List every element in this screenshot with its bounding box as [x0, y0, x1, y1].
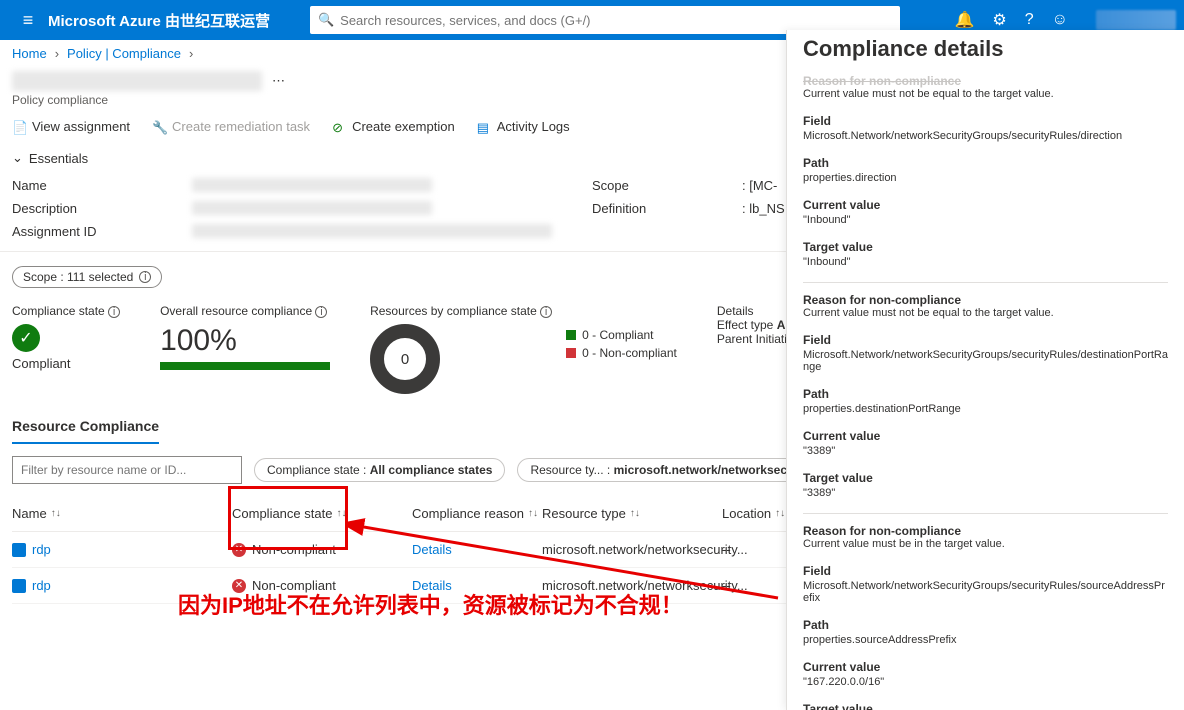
- bell-icon[interactable]: 🔔: [954, 10, 974, 30]
- compliant-label: Compliant: [12, 356, 120, 371]
- activity-logs-button[interactable]: ▤ Activity Logs: [477, 119, 570, 134]
- label-description: Description: [12, 201, 192, 216]
- resource-icon: [12, 543, 26, 557]
- legend-swatch-red: [566, 348, 576, 358]
- compliance-state-block: Compliance state i ✓ Compliant: [12, 304, 120, 371]
- sort-icon: ↑↓: [51, 508, 61, 519]
- filter-input[interactable]: [12, 456, 242, 484]
- view-assignment-button[interactable]: 📄 View assignment: [12, 119, 130, 134]
- compliance-bar: [160, 362, 330, 370]
- col-reason[interactable]: Compliance reason ↑↓: [412, 506, 542, 521]
- compliance-percentage: 100%: [160, 324, 330, 358]
- chevron-right-icon: ›: [55, 46, 59, 61]
- gear-icon[interactable]: ⚙: [992, 10, 1006, 30]
- wrench-icon: 🔧: [152, 120, 166, 134]
- check-circle-icon: ✓: [12, 324, 40, 352]
- info-icon: i: [139, 271, 151, 283]
- label-definition: Definition: [592, 201, 742, 216]
- legend: 0 - Compliant 0 - Non-compliant: [566, 324, 677, 394]
- reason-head: Reason for non-compliance: [803, 74, 1168, 88]
- breadcrumb-policy[interactable]: Policy | Compliance: [67, 46, 181, 61]
- col-name[interactable]: Name ↑↓: [12, 506, 232, 521]
- value-definition: : lb_NS: [742, 201, 785, 216]
- user-menu[interactable]: [1096, 10, 1176, 30]
- sort-icon: ↑↓: [630, 508, 640, 519]
- value-assignment-redacted: [192, 224, 552, 238]
- label-scope: Scope: [592, 178, 742, 193]
- brand: Microsoft Azure 由世纪互联运营: [48, 10, 270, 31]
- annotation-box: [228, 486, 348, 550]
- resource-link: rdp: [12, 542, 232, 557]
- search-icon: 🔍: [318, 12, 334, 28]
- details-link[interactable]: Details: [412, 542, 542, 557]
- sort-icon: ↑↓: [528, 508, 538, 519]
- sort-icon: ↑↓: [775, 508, 785, 519]
- help-icon[interactable]: ?: [1025, 11, 1034, 29]
- feedback-icon[interactable]: ☺: [1052, 11, 1068, 29]
- filter-pill-type[interactable]: Resource ty... : microsoft.network/netwo…: [517, 458, 817, 482]
- donut-chart: 0: [370, 324, 440, 394]
- info-icon: i: [315, 306, 327, 318]
- create-remediation-button: 🔧 Create remediation task: [152, 119, 310, 134]
- value-name-redacted: [192, 178, 432, 192]
- label-assignment-id: Assignment ID: [12, 224, 192, 239]
- resources-by-state-block: Resources by compliance state i 0 0 - Co…: [370, 304, 677, 394]
- legend-swatch-green: [566, 330, 576, 340]
- info-icon: i: [540, 306, 552, 318]
- list-icon: ▤: [477, 120, 491, 134]
- value-scope: : [MC-: [742, 178, 777, 193]
- info-icon: i: [108, 306, 120, 318]
- create-exemption-button[interactable]: ⊘ Create exemption: [332, 119, 455, 134]
- overall-compliance-block: Overall resource compliance i 100%: [160, 304, 330, 370]
- check-circle-icon: ⊘: [332, 120, 346, 134]
- compliance-details-panel: Compliance details Reason for non-compli…: [786, 30, 1184, 710]
- more-icon[interactable]: ⋯: [272, 73, 285, 89]
- scope-filter-pill[interactable]: Scope : 111 selected i: [12, 266, 162, 288]
- breadcrumb-home[interactable]: Home: [12, 46, 47, 61]
- tab-resource-compliance[interactable]: Resource Compliance: [12, 410, 159, 444]
- hamburger-icon[interactable]: ≡: [8, 10, 48, 31]
- col-type[interactable]: Resource type ↑↓: [542, 506, 722, 521]
- chevron-right-icon: ›: [189, 46, 193, 61]
- page-title-redacted: [12, 71, 262, 91]
- chevron-down-icon: ⌄: [12, 150, 23, 166]
- label-name: Name: [12, 178, 192, 193]
- panel-title: Compliance details: [803, 30, 1168, 74]
- top-right-icons: 🔔 ⚙ ? ☺: [954, 10, 1176, 30]
- resource-icon: [12, 579, 26, 593]
- document-icon: 📄: [12, 120, 26, 134]
- filter-pill-state[interactable]: Compliance state : All compliance states: [254, 458, 505, 482]
- search-input[interactable]: [340, 13, 892, 28]
- value-description-redacted: [192, 201, 432, 215]
- annotation-text: 因为IP地址不在允许列表中，资源被标记为不合规！: [178, 588, 683, 620]
